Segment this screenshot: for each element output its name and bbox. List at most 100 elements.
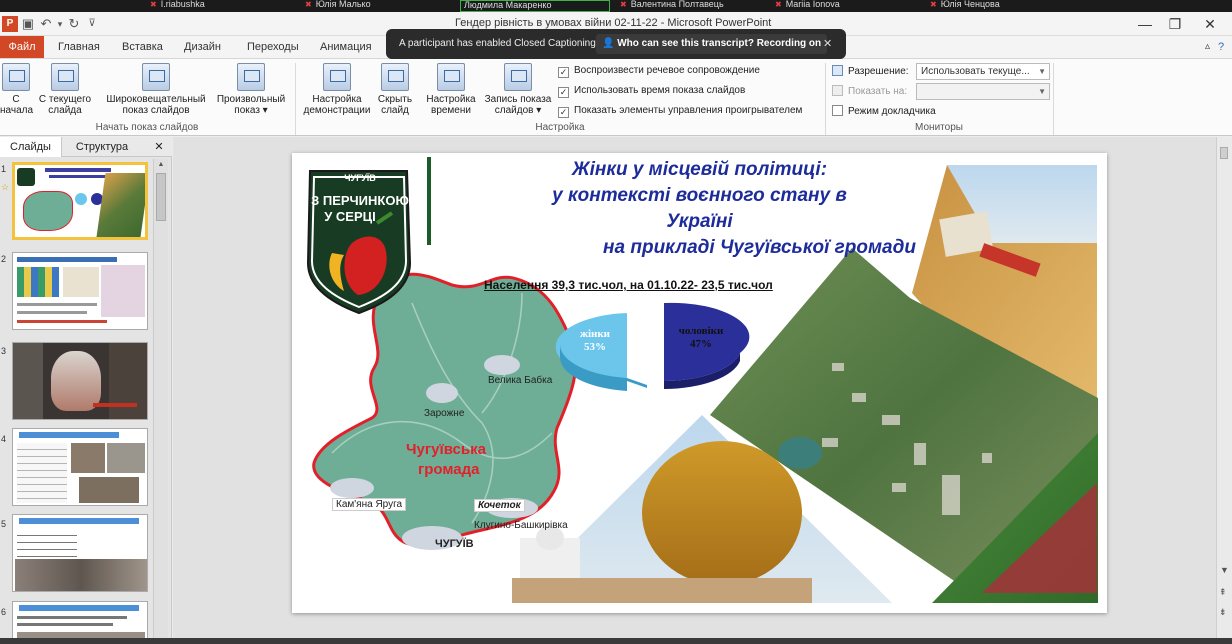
slide-title-line-3: Україні <box>666 211 733 232</box>
play-from-current-icon <box>51 63 79 91</box>
pie-men-name: чоловіки <box>678 325 724 337</box>
button-label: Настройка <box>426 94 476 105</box>
participant-tile[interactable]: ✖ Юлія Ченцова <box>930 0 1050 12</box>
toast-link-label: Who can see this transcript? Recording o… <box>617 38 822 49</box>
from-beginning-button[interactable]: С начала <box>0 63 33 116</box>
custom-slideshow-button[interactable]: Произвольный показ ▾ <box>212 63 290 116</box>
chevron-down-icon: ▼ <box>1038 87 1046 96</box>
from-current-slide-button[interactable]: С текущего слайда <box>34 63 96 116</box>
slide-number: 4 <box>1 434 7 444</box>
slide-thumbnail-2[interactable] <box>12 252 148 330</box>
participant-tile[interactable]: ✖ Юлія Малько <box>305 0 425 12</box>
map-label-zarozhne: Зарожне <box>424 408 465 419</box>
closed-caption-toast: A participant has enabled Closed Caption… <box>386 29 846 59</box>
scroll-up-icon[interactable]: ▲ <box>156 161 166 171</box>
previous-slide-icon[interactable]: ⇞ <box>1219 587 1227 598</box>
ribbon-slideshow: С начала С текущего слайда Широковещател… <box>0 58 1232 136</box>
restore-button[interactable]: ❐ <box>1160 14 1190 34</box>
slide-thumbnail-3[interactable] <box>12 342 148 420</box>
scroll-thumb[interactable] <box>156 173 166 221</box>
population-text: Населення 39,3 тис.чол, на 01.10.22- 23,… <box>484 278 773 292</box>
close-window-button[interactable]: ✕ <box>1195 14 1225 34</box>
record-slideshow-button[interactable]: Запись показа слайдов ▾ <box>480 63 556 116</box>
transcript-info-button[interactable]: 👤 Who can see this transcript? Recording… <box>596 34 828 54</box>
help-icon[interactable]: ? <box>1218 36 1224 58</box>
customize-toolbar-icon[interactable]: ⊽ <box>84 16 100 32</box>
group-label-setup: Настройка <box>535 122 585 133</box>
map-label-kochetok: Кочеток <box>474 499 525 512</box>
people-icon: 👤 <box>602 38 615 49</box>
redo-icon[interactable]: ↻ <box>66 16 82 32</box>
save-icon[interactable]: ▣ <box>20 16 36 32</box>
label-text: Показать на: <box>848 86 908 97</box>
panel-tabs: Слайды Структура ✕ <box>0 137 172 157</box>
tab-file[interactable]: Файл <box>0 36 44 58</box>
map-label-hromada-2: громада <box>418 461 480 478</box>
pie-women-value: 53% <box>584 341 606 353</box>
use-timings-checkbox[interactable]: ✓ Использовать время показа слайдов <box>558 85 745 98</box>
hide-slide-button[interactable]: Скрыть слайд <box>374 63 416 116</box>
broadcast-slideshow-button[interactable]: Широковещательный показ слайдов <box>100 63 212 116</box>
logo-motto-line-2: У СЕРЦІ <box>324 209 376 224</box>
main-scrollbar[interactable]: ▼ ⇞ ⇟ <box>1216 137 1232 644</box>
participant-tile[interactable]: ✖ Валентина Полтавець <box>620 0 760 12</box>
hide-slide-icon <box>381 63 409 91</box>
tab-design[interactable]: Дизайн <box>184 36 221 58</box>
tab-home[interactable]: Главная <box>58 36 100 58</box>
current-slide[interactable]: Жінки у місцевій політиці: у контексті в… <box>292 153 1107 613</box>
slide-number: 6 <box>1 607 7 617</box>
resolution-select[interactable]: Использовать текуще... ▼ <box>916 63 1050 80</box>
participant-tile[interactable]: ✖ I.riabushka <box>150 0 270 12</box>
tab-insert[interactable]: Вставка <box>122 36 163 58</box>
play-narrations-checkbox[interactable]: ✓ Воспроизвести речевое сопровождение <box>558 65 760 78</box>
custom-show-icon <box>237 63 265 91</box>
slide-title-line-2: у контексті воєнного стану в <box>552 185 847 206</box>
panel-close-button[interactable]: ✕ <box>150 137 168 157</box>
label-text: Разрешение: <box>848 66 909 77</box>
show-media-controls-checkbox[interactable]: ✓ Показать элементы управления проигрыват… <box>558 105 802 118</box>
slide-thumbnail-5[interactable] <box>12 514 148 592</box>
slide-thumbnail-6[interactable] <box>12 601 148 641</box>
participant-name: I.riabushka <box>160 0 205 9</box>
checkbox-mark: ✓ <box>558 107 569 118</box>
scroll-down-icon[interactable]: ▼ <box>1220 565 1229 575</box>
button-label: слайд <box>381 105 409 116</box>
tab-animation[interactable]: Анимация <box>320 36 372 58</box>
button-label: Широковещательный <box>106 94 206 105</box>
notes-pane-edge <box>0 638 1232 644</box>
toast-close-button[interactable]: ✕ <box>823 29 832 59</box>
tab-outline[interactable]: Структура <box>64 137 140 157</box>
pie-men-value: 47% <box>690 338 712 350</box>
presenter-view-checkbox[interactable]: Режим докладчика <box>832 105 936 117</box>
ribbon-minimize-icon[interactable]: ▵ <box>1205 36 1210 58</box>
muted-mic-icon: ✖ <box>930 0 937 9</box>
participant-name: Людмила Макаренко <box>464 0 552 10</box>
slides-panel: Слайды Структура ✕ 1 ☆ 2 3 4 5 6 ▲ <box>0 137 172 644</box>
slide-thumbnail-4[interactable] <box>12 428 148 506</box>
participant-tile[interactable]: ✖ Mariia Ionova <box>775 0 895 12</box>
slide-title-line-4: на прикладі Чугуївської громади <box>603 237 916 258</box>
scroll-thumb[interactable] <box>1220 147 1228 159</box>
participant-name: Mariia Ionova <box>785 0 840 9</box>
setup-slideshow-button[interactable]: Настройка демонстрации <box>298 63 376 116</box>
rehearse-timings-button[interactable]: Настройка времени <box>422 63 480 116</box>
record-timer-icon <box>504 63 532 91</box>
participant-tile-active[interactable]: Людмила Макаренко <box>460 0 610 12</box>
next-slide-icon[interactable]: ⇟ <box>1219 607 1227 618</box>
button-label: С текущего <box>38 94 92 105</box>
slide-number: 5 <box>1 519 7 529</box>
slide-thumbnail-1[interactable] <box>12 162 148 240</box>
button-label: показ слайдов <box>122 105 190 116</box>
muted-mic-icon: ✖ <box>150 0 157 9</box>
tab-transitions[interactable]: Переходы <box>247 36 299 58</box>
checkbox-mark: ✓ <box>558 87 569 98</box>
tab-slides[interactable]: Слайды <box>0 137 62 157</box>
minimize-button[interactable]: — <box>1130 14 1160 34</box>
button-label: С <box>12 94 20 105</box>
map-label-klugino-bashkyrivka: Клугино-Башкирівка <box>474 520 568 531</box>
participant-name: Юлія Ченцова <box>940 0 1000 9</box>
button-label: времени <box>431 105 471 116</box>
map-label-chuhuiv: ЧУГУЇВ <box>435 538 474 550</box>
slides-scrollbar[interactable]: ▲ <box>153 159 168 644</box>
monitor-icon <box>832 65 843 76</box>
